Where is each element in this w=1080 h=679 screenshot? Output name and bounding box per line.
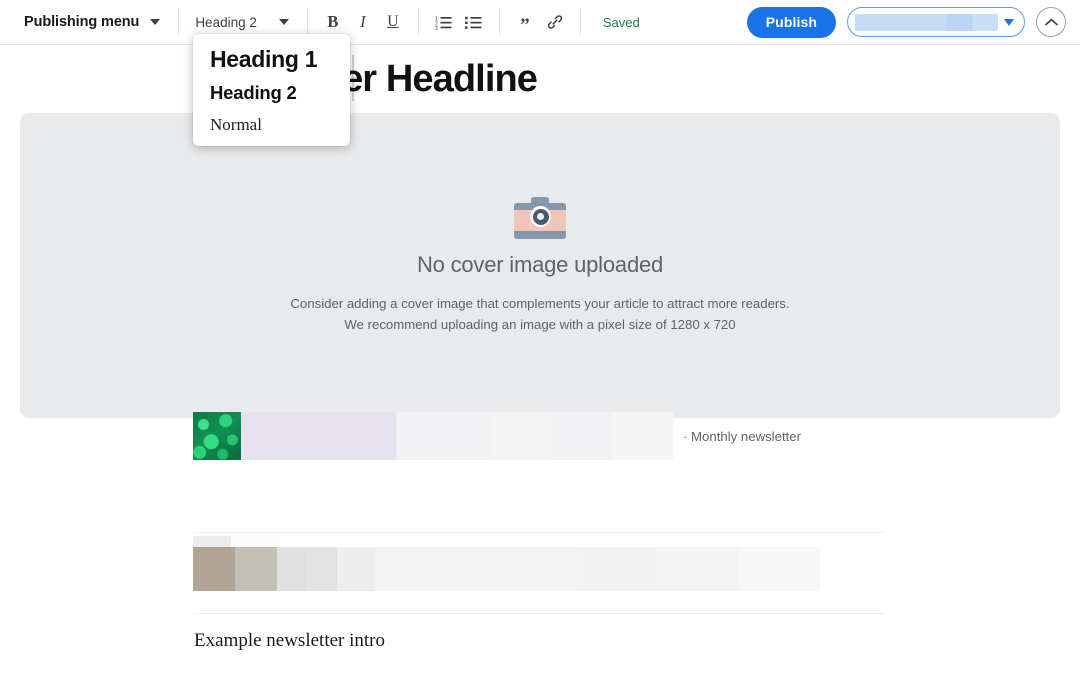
style-option-normal[interactable]: Normal — [193, 112, 350, 138]
link-icon — [547, 15, 562, 29]
publish-button[interactable]: Publish — [746, 6, 836, 38]
toolbar-divider — [178, 9, 180, 35]
account-loading-placeholder — [855, 13, 998, 31]
text-style-value: Heading 2 — [195, 14, 257, 30]
style-option-heading-2[interactable]: Heading 2 — [193, 79, 350, 112]
bold-button[interactable]: B — [318, 7, 348, 37]
cover-empty-title: No cover image uploaded — [416, 252, 664, 278]
svg-text:3: 3 — [435, 26, 438, 30]
editor-toolbar: Publishing menu Heading 2 B I U 1 2 3 ” … — [0, 0, 1080, 45]
publishing-menu-label: Publishing menu — [24, 14, 140, 30]
text-style-menu: Heading 1 Heading 2 Normal — [193, 34, 350, 146]
chevron-up-icon — [1044, 18, 1058, 25]
bulleted-list-icon — [465, 16, 482, 29]
ordered-list-button[interactable]: 1 2 3 — [429, 7, 459, 37]
toolbar-divider — [498, 9, 500, 35]
text-style-dropdown[interactable]: Heading 2 — [189, 7, 297, 37]
toolbar-divider — [417, 9, 419, 35]
style-option-heading-1[interactable]: Heading 1 — [193, 43, 350, 79]
link-button[interactable] — [540, 7, 570, 37]
bulleted-list-button[interactable] — [459, 7, 489, 37]
embed-text-placeholder — [241, 412, 673, 460]
newsletter-editor: Publishing menu Heading 2 B I U 1 2 3 ” … — [0, 0, 1080, 679]
italic-button[interactable]: I — [348, 7, 378, 37]
collapse-toolbar-button[interactable] — [1036, 7, 1066, 37]
chevron-down-icon — [150, 19, 161, 25]
block-divider-top — [193, 532, 885, 533]
underline-button[interactable]: U — [378, 7, 408, 37]
intro-paragraph[interactable]: Example newsletter intro — [194, 630, 385, 652]
chevron-down-icon — [278, 19, 289, 25]
ordered-list-icon: 1 2 3 — [435, 16, 452, 30]
placeholder-content-bar — [193, 547, 820, 591]
block-divider-bottom — [193, 613, 885, 614]
toolbar-divider — [306, 9, 308, 35]
cover-image-dropzone[interactable]: No cover image uploaded Consider adding … — [20, 113, 1060, 418]
placeholder-caption-bar — [193, 536, 279, 547]
toolbar-divider — [579, 9, 581, 35]
embed-thumbnail-image — [193, 412, 241, 460]
embed-card[interactable] — [193, 412, 673, 460]
placeholder-block[interactable] — [193, 536, 820, 591]
save-status: Saved — [602, 14, 640, 30]
toolbar-right-group: Publish — [746, 6, 1066, 38]
cover-hint-line-2: We recommend uploading an image with a p… — [344, 317, 736, 332]
embed-block[interactable]: · Monthly newsletter — [193, 412, 801, 460]
account-selector-dropdown[interactable] — [847, 7, 1025, 37]
cover-hint-line-1: Consider adding a cover image that compl… — [290, 296, 790, 312]
chevron-down-icon — [1004, 18, 1014, 26]
camera-icon — [514, 195, 566, 240]
document-canvas: Newsletter Headline No cover image uploa… — [0, 45, 1080, 679]
embed-meta-label: · Monthly newsletter — [683, 428, 801, 444]
blockquote-button[interactable]: ” — [510, 7, 540, 37]
publishing-menu-button[interactable]: Publishing menu — [14, 7, 168, 37]
